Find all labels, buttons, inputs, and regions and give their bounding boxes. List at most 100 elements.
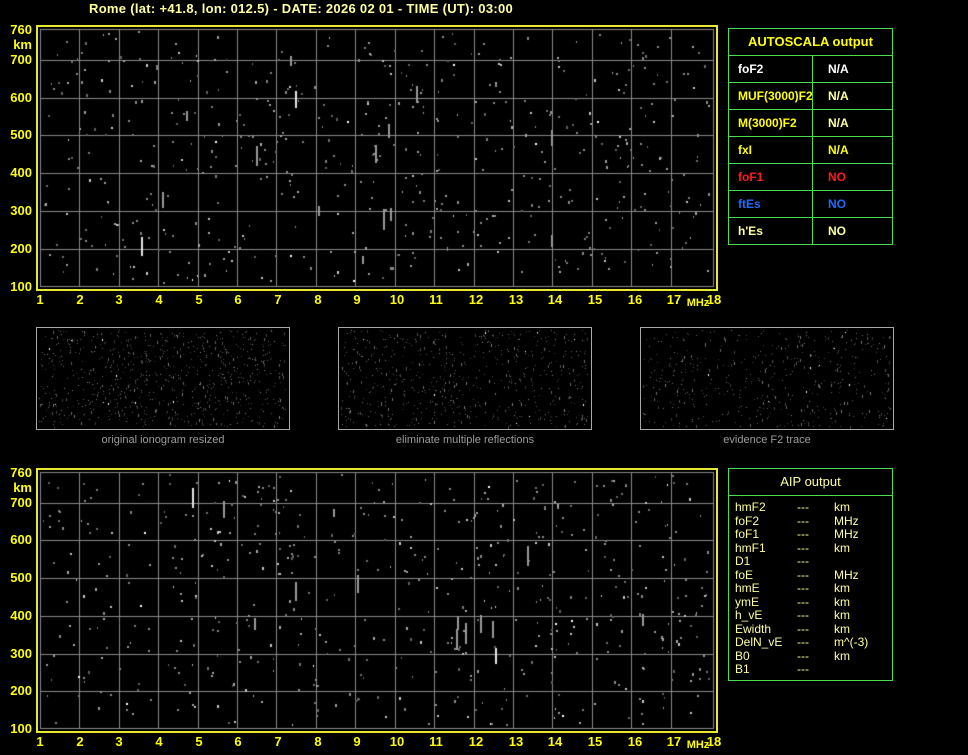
ionogram-canvas-bottom bbox=[38, 470, 716, 731]
x-tick-label: 2 bbox=[76, 734, 84, 749]
y-tick-label: 400 bbox=[10, 608, 32, 623]
aip-param-unit: km bbox=[834, 608, 850, 622]
station-date-time-title: Rome (lat: +41.8, lon: 012.5) - DATE: 20… bbox=[89, 1, 514, 16]
thumbnail-caption-original: original ionogram resized bbox=[101, 434, 225, 446]
x-tick-label: 5 bbox=[195, 292, 203, 307]
y-tick-label: 300 bbox=[10, 646, 32, 661]
aip-row-hmf2: hmF2 --- km bbox=[735, 500, 892, 515]
autoscala-row-fxi: fxI N/A bbox=[729, 137, 892, 164]
x-tick-label: 7 bbox=[274, 292, 282, 307]
aip-row-hme: hmE --- km bbox=[735, 581, 892, 596]
x-tick-label: 4 bbox=[155, 734, 163, 749]
autoscala-param-value: N/A bbox=[828, 62, 849, 76]
aip-row-fof2: foF2 --- MHz bbox=[735, 513, 892, 529]
aip-row-delnve: DelN_vE --- m^(-3) bbox=[735, 635, 892, 650]
aip-param-unit: MHz bbox=[834, 567, 859, 582]
autoscala-row-fof2: foF2 N/A bbox=[729, 56, 892, 83]
autoscala-param-value: NO bbox=[828, 224, 846, 238]
x-tick-label: 13 bbox=[508, 734, 524, 749]
x-tick-label: 12 bbox=[468, 292, 484, 307]
autoscala-row-fof1: foF1 NO bbox=[729, 164, 892, 191]
aip-param-label: foF2 bbox=[735, 513, 760, 528]
x-axis-unit-label: MHz bbox=[686, 297, 710, 309]
aip-table-rows: hmF2 --- km foF2 --- MHz foF1 --- MHz hmF1 --- km D1… bbox=[729, 496, 892, 677]
x-tick-label: 15 bbox=[587, 292, 603, 307]
x-tick-label: 3 bbox=[115, 292, 123, 307]
aip-param-label: ymE bbox=[735, 594, 759, 609]
x-tick-label: 4 bbox=[155, 292, 163, 307]
aip-param-value: --- bbox=[797, 567, 809, 582]
aip-param-label: foE bbox=[735, 567, 754, 582]
aip-param-unit: m^(-3) bbox=[834, 635, 869, 649]
x-tick-label: 3 bbox=[115, 734, 123, 749]
autoscala-param-label: foF2 bbox=[729, 56, 813, 82]
autoscala-table-header: AUTOSCALA output bbox=[729, 29, 892, 56]
autoscala-param-label: h'Es bbox=[729, 218, 813, 244]
y-tick-label: 500 bbox=[10, 570, 32, 585]
thumbnail-canvas-reflections bbox=[339, 328, 591, 429]
autoscala-param-label: M(3000)F2 bbox=[729, 110, 813, 136]
x-tick-label: 6 bbox=[234, 292, 242, 307]
x-tick-label: 5 bbox=[195, 734, 203, 749]
aip-row-foe: foE --- MHz bbox=[735, 567, 892, 583]
autoscala-param-label: ftEs bbox=[729, 191, 813, 217]
autoscala-param-value: N/A bbox=[828, 116, 849, 130]
y-tick-label: 200 bbox=[10, 241, 32, 256]
aip-param-label: B1 bbox=[735, 662, 750, 676]
aip-param-unit: MHz bbox=[834, 527, 859, 541]
aip-param-label: hmE bbox=[735, 581, 760, 595]
aip-param-unit: km bbox=[834, 621, 850, 636]
autoscala-param-value: N/A bbox=[828, 89, 849, 103]
aip-param-label: hmF1 bbox=[735, 540, 766, 555]
autoscala-row-ftes: ftEs NO bbox=[729, 191, 892, 218]
autoscala-param-value: NO bbox=[828, 197, 846, 211]
autoscala-param-value: NO bbox=[828, 170, 846, 184]
aip-param-unit: km bbox=[834, 648, 850, 663]
x-tick-label: 11 bbox=[429, 292, 443, 307]
x-tick-label: 8 bbox=[314, 292, 322, 307]
thumbnail-evidence-f2 bbox=[640, 327, 894, 430]
aip-table-header: AIP output bbox=[729, 469, 892, 496]
aip-row-d1: D1 --- bbox=[735, 554, 892, 569]
x-tick-label: 9 bbox=[353, 734, 361, 749]
ionogram-canvas-top bbox=[38, 27, 716, 289]
x-axis-unit-label: MHz bbox=[686, 739, 710, 751]
aip-param-unit: MHz bbox=[834, 513, 859, 528]
x-tick-label: 8 bbox=[314, 734, 322, 749]
x-tick-label: 14 bbox=[547, 734, 563, 749]
y-tick-label: 100 bbox=[10, 721, 32, 736]
x-tick-label: 9 bbox=[353, 292, 361, 307]
thumbnail-canvas-original bbox=[37, 328, 289, 429]
aip-row-fof1: foF1 --- MHz bbox=[735, 527, 892, 542]
aip-param-value: --- bbox=[797, 648, 809, 663]
autoscala-table-rows: foF2 N/A MUF(3000)F2 N/A M(3000)F2 N/A fxI N/A f… bbox=[729, 56, 892, 244]
aip-param-label: h_vE bbox=[735, 608, 763, 622]
x-tick-label: 1 bbox=[36, 292, 44, 307]
y-tick-label: 600 bbox=[10, 532, 32, 547]
aip-param-unit: km bbox=[834, 540, 850, 555]
x-tick-label: 10 bbox=[389, 292, 405, 307]
autoscala-output-table: AUTOSCALA output foF2 N/A MUF(3000)F2 N/A M(… bbox=[728, 28, 893, 245]
aip-row-hve: h_vE --- km bbox=[735, 608, 892, 623]
y-tick-label: 500 bbox=[10, 127, 32, 142]
aip-param-value: --- bbox=[797, 594, 809, 609]
ionogram-plot-top bbox=[36, 25, 718, 291]
aip-param-value: --- bbox=[797, 662, 809, 676]
x-tick-label: 14 bbox=[547, 292, 563, 307]
x-tick-label: 7 bbox=[274, 734, 282, 749]
autoscala-param-label: foF1 bbox=[729, 164, 813, 190]
thumbnail-caption-reflections: eliminate multiple reflections bbox=[395, 434, 535, 446]
thumbnail-canvas-f2 bbox=[641, 328, 893, 429]
aip-param-label: Ewidth bbox=[735, 621, 772, 636]
autoscala-output-screen: Rome (lat: +41.8, lon: 012.5) - DATE: 20… bbox=[0, 0, 968, 755]
aip-param-value: --- bbox=[797, 540, 809, 555]
aip-param-label: B0 bbox=[735, 648, 750, 663]
thumbnail-caption-f2: evidence F2 trace bbox=[723, 434, 811, 446]
aip-param-value: --- bbox=[797, 513, 809, 528]
ionogram-plot-bottom bbox=[36, 468, 718, 733]
x-tick-label: 6 bbox=[234, 734, 242, 749]
aip-output-table: AIP output hmF2 --- km foF2 --- MHz foF1 --- MHz… bbox=[728, 468, 893, 681]
y-tick-label: 400 bbox=[10, 165, 32, 180]
aip-param-value: --- bbox=[797, 621, 809, 636]
aip-row-yme: ymE --- km bbox=[735, 594, 892, 610]
